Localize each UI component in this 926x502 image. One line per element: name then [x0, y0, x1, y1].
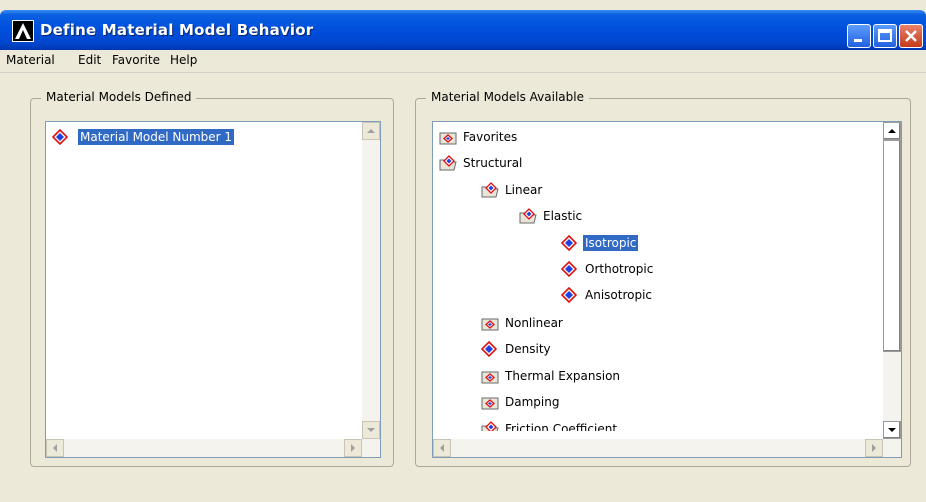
- folder-closed-icon: [481, 394, 499, 410]
- folder-open-icon: [519, 208, 537, 224]
- material-model-icon: [561, 261, 579, 277]
- scroll-down-button[interactable]: [883, 421, 901, 439]
- tree-item-label: Thermal Expansion: [505, 369, 621, 383]
- list-item-label: Material Model Number 1: [78, 129, 235, 145]
- scroll-up-button[interactable]: [362, 122, 380, 140]
- defined-models-list[interactable]: Material Model Number 1: [45, 121, 381, 458]
- window-bottom-area: [0, 476, 926, 502]
- window-title: Define Material Model Behavior: [40, 21, 314, 39]
- tree-item-label: Isotropic: [583, 235, 639, 251]
- material-model-icon: [561, 235, 579, 251]
- menu-help[interactable]: Help: [170, 53, 197, 67]
- vertical-scrollbar[interactable]: [362, 122, 380, 439]
- tree-item-label: Damping: [505, 395, 560, 409]
- material-models-defined-group: Material Models Defined Material Model N…: [30, 90, 394, 467]
- tree-item-label: Elastic: [543, 209, 583, 223]
- scroll-left-button[interactable]: [433, 439, 451, 457]
- vertical-scrollbar[interactable]: [883, 122, 901, 439]
- scroll-thumb[interactable]: [883, 140, 901, 352]
- available-models-tree[interactable]: Favorites Structural Linear Elastic Isot…: [432, 121, 902, 458]
- scroll-up-button[interactable]: [883, 122, 901, 140]
- menu-favorite[interactable]: Favorite: [112, 53, 160, 67]
- tree-item-label: Density: [505, 342, 551, 356]
- scroll-down-button[interactable]: [362, 421, 380, 439]
- scroll-right-button[interactable]: [344, 439, 362, 457]
- folder-closed-icon: [481, 315, 499, 331]
- material-model-icon: [561, 287, 579, 303]
- title-bar[interactable]: Define Material Model Behavior: [0, 10, 926, 50]
- group-label-defined: Material Models Defined: [41, 90, 197, 104]
- folder-open-icon: [481, 182, 499, 198]
- define-material-window: Define Material Model Behavior Material …: [0, 0, 926, 502]
- menu-bar: Material Edit Favorite Help: [0, 50, 926, 73]
- close-button[interactable]: [899, 24, 923, 48]
- tree-item-label: Favorites: [463, 130, 518, 144]
- folder-closed-icon: [481, 368, 499, 384]
- horizontal-scrollbar[interactable]: [46, 439, 380, 457]
- tree-item-label: Structural: [463, 156, 523, 170]
- folder-closed-icon: [439, 129, 457, 145]
- material-model-icon: [481, 341, 499, 357]
- tree-item-label: Friction Coefficient: [505, 422, 618, 431]
- group-label-available: Material Models Available: [426, 90, 589, 104]
- scroll-left-button[interactable]: [46, 439, 64, 457]
- scroll-right-button[interactable]: [865, 439, 883, 457]
- tree-clip: Friction Coefficient: [433, 412, 883, 431]
- tree-item-label: Linear: [505, 183, 543, 197]
- horizontal-scrollbar[interactable]: [433, 439, 901, 457]
- folder-open-icon: [481, 421, 499, 431]
- material-models-available-group: Material Models Available Favorites Stru…: [415, 90, 911, 467]
- minimize-button[interactable]: [847, 24, 871, 48]
- folder-open-icon: [439, 155, 457, 171]
- tree-item-label: Anisotropic: [585, 288, 653, 302]
- menu-material[interactable]: Material: [6, 53, 55, 67]
- maximize-button[interactable]: [873, 24, 897, 48]
- material-model-icon: [52, 129, 70, 145]
- menu-edit[interactable]: Edit: [78, 53, 101, 67]
- list-item-material-model[interactable]: Material Model Number 1: [50, 126, 350, 148]
- tree-item-label: Nonlinear: [505, 316, 563, 330]
- ansys-logo-icon: [12, 20, 34, 42]
- tree-item-label: Orthotropic: [585, 262, 654, 276]
